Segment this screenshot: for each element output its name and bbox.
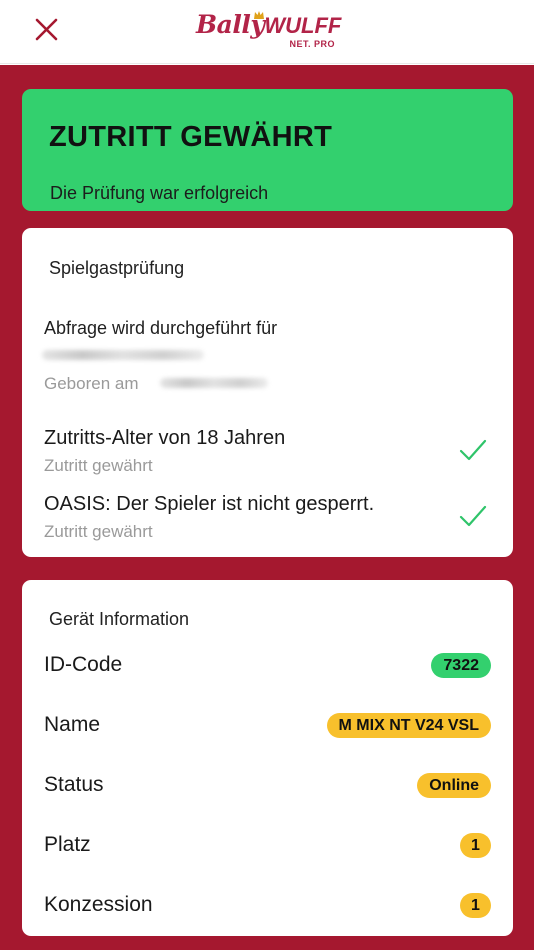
check-title-oasis: OASIS: Der Spieler ist nicht gesperrt. — [44, 493, 375, 515]
redacted-birthdate — [160, 378, 268, 388]
query-label: Abfrage wird durchgeführt für — [44, 318, 278, 338]
guest-check-heading: Spielgastprüfung — [49, 258, 185, 278]
app-header: BallyWULFF NET. PRO — [0, 0, 534, 64]
banner-title: ZUTRITT GEWÄHRT — [49, 121, 333, 153]
platz-label: Platz — [44, 833, 91, 856]
id-code-label: ID-Code — [44, 653, 123, 676]
status-label: Status — [44, 773, 104, 796]
redacted-name — [42, 350, 204, 360]
name-badge: M MIX NT V24 VSL — [326, 713, 491, 738]
logo-wulff-text: WULFF — [264, 13, 342, 38]
logo-crown-icon — [254, 11, 264, 19]
logo-subtitle: NET. PRO — [289, 39, 335, 49]
check-title-age: Zutritts-Alter von 18 Jahren — [44, 427, 286, 449]
brand-logo: BallyWULFF NET. PRO — [196, 8, 341, 54]
close-icon[interactable] — [32, 14, 62, 44]
name-label: Name — [44, 713, 101, 736]
checkmark-icon — [459, 505, 487, 527]
konzession-badge: 1 — [460, 893, 491, 918]
check-status-oasis: Zutritt gewährt — [44, 522, 153, 541]
id-code-badge: 7322 — [431, 653, 491, 678]
check-status-age: Zutritt gewährt — [44, 456, 153, 475]
born-label: Geboren am — [44, 374, 139, 393]
platz-badge: 1 — [460, 833, 491, 858]
content-area: ZUTRITT GEWÄHRT Die Prüfung war erfolgre… — [0, 65, 534, 950]
checkmark-icon — [459, 439, 487, 461]
status-badge: Online — [417, 773, 491, 798]
access-granted-banner: ZUTRITT GEWÄHRT Die Prüfung war erfolgre… — [22, 89, 513, 211]
banner-subtitle: Die Prüfung war erfolgreich — [50, 183, 269, 203]
device-info-heading: Gerät Information — [49, 609, 190, 629]
guest-check-card: Spielgastprüfung Abfrage wird durchgefüh… — [22, 228, 513, 557]
konzession-label: Konzession — [44, 893, 153, 916]
device-info-card: Gerät Information ID-Code 7322 Name M MI… — [22, 580, 513, 936]
